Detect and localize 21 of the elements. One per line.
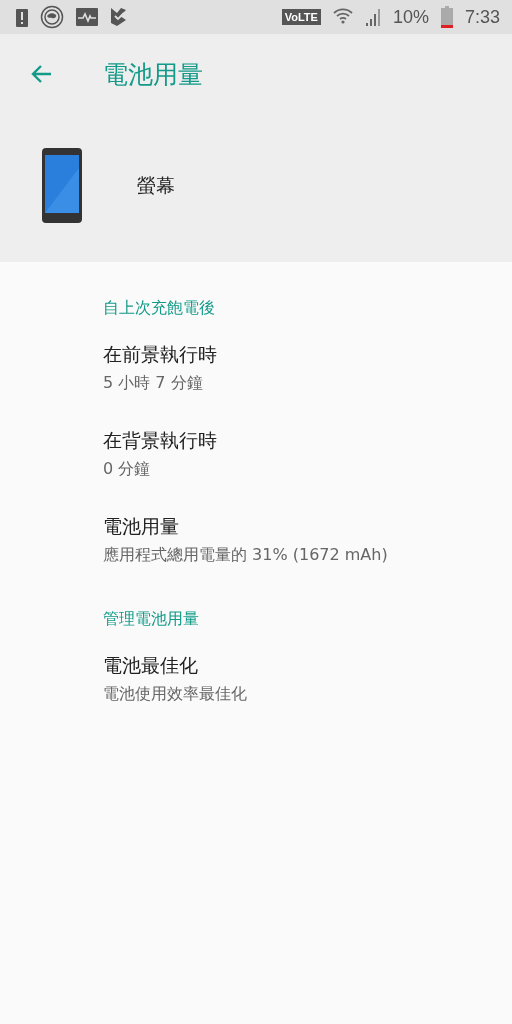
preference-title[interactable]: 電池最佳化 [103,652,512,678]
preference-summary: 5 小時 7 分鐘 [103,372,204,394]
phone-icon [42,148,82,223]
preference-title[interactable]: 在前景執行時 [103,341,512,367]
app-name: 螢幕 [137,172,175,198]
volte-indicator: VoLTE [281,9,321,25]
preference-title[interactable]: 電池用量 [103,513,512,539]
preference-summary: 0 分鐘 [103,458,152,480]
alert-icon [16,7,28,27]
page-title: 電池用量 [103,58,203,91]
battery-icon [440,6,453,28]
clock-time: 7:33 [464,6,500,28]
globe-icon [40,5,64,29]
preference-summary: 電池使用效率最佳化 [103,683,248,705]
activity-icon [76,8,98,26]
section-header: 自上次充飽電後 [102,297,216,319]
preference-title[interactable]: 在背景執行時 [103,427,512,453]
section-header: 管理電池用量 [102,608,200,630]
preference-summary: 應用程式總用電量的 31% (1672 mAh) [103,544,389,566]
battery-percent: 10% [392,6,429,28]
signal-icon [364,7,381,27]
